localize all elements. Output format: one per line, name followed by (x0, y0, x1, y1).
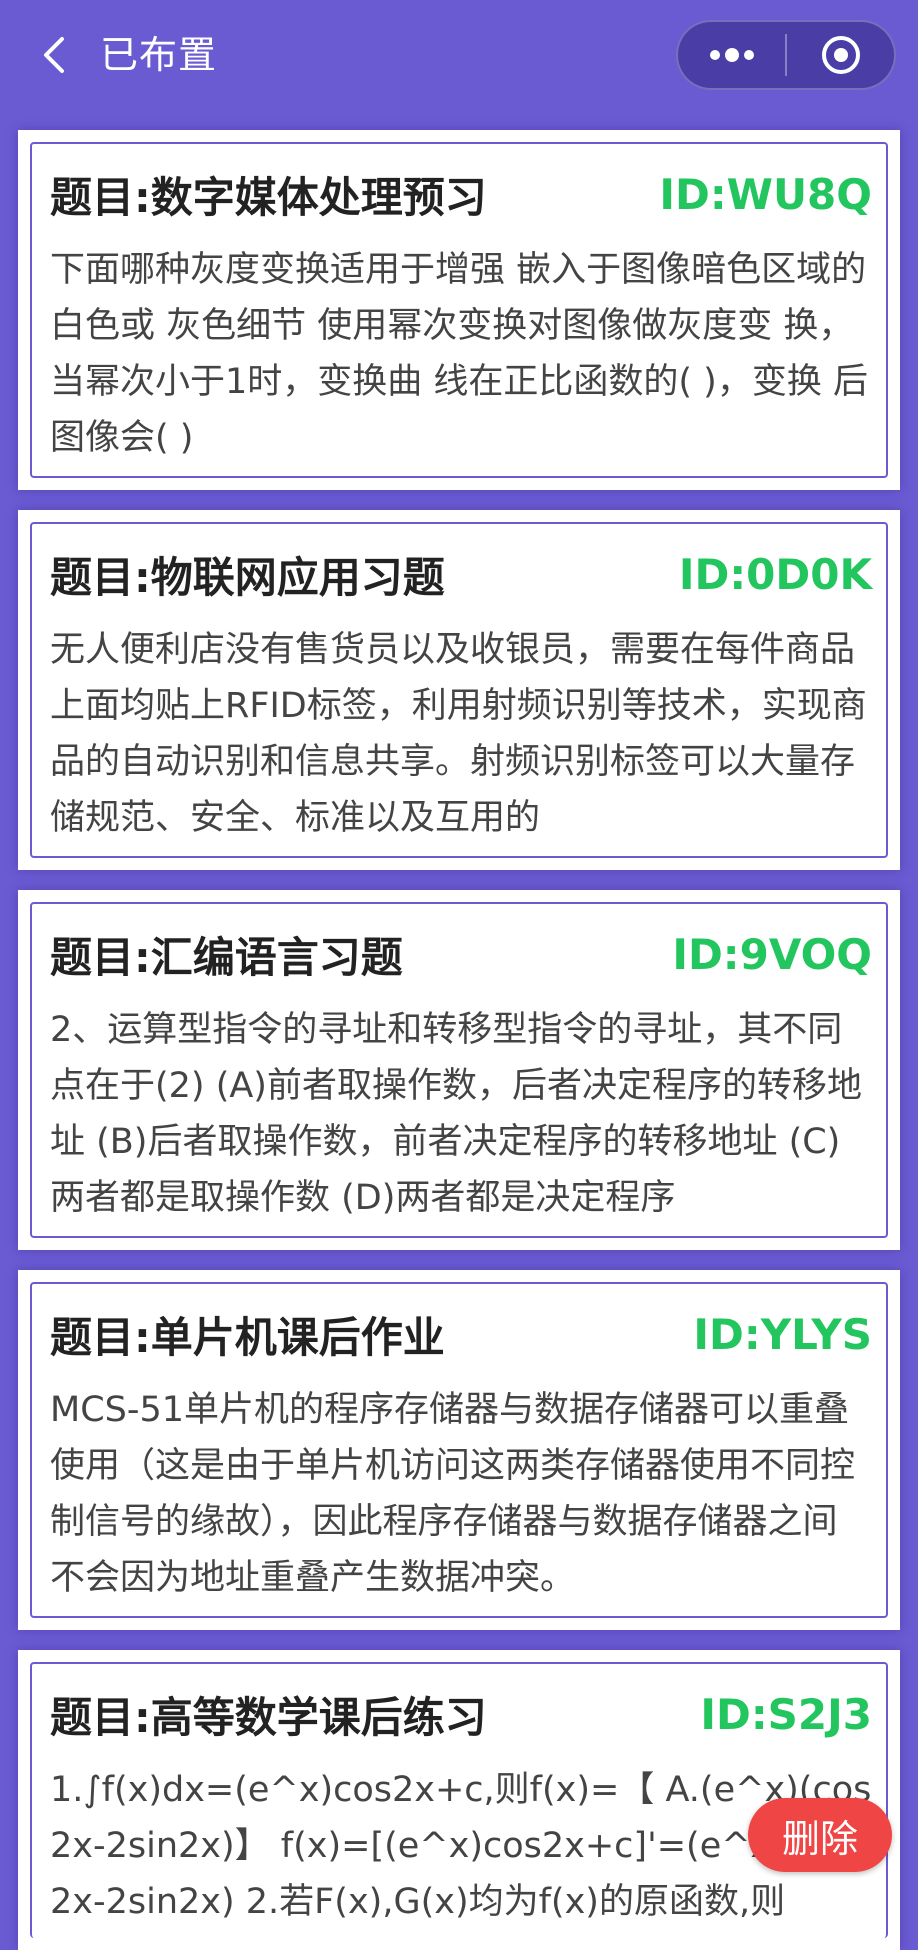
mini-program-capsule (676, 20, 896, 90)
top-bar: 已布置 (0, 0, 918, 110)
question-card[interactable]: 题目:数字媒体处理预习 ID:WU8Q 下面哪种灰度变换适用于增强 嵌入于图像暗… (18, 130, 900, 490)
close-button[interactable] (787, 22, 894, 88)
card-header: 题目:物联网应用习题 ID:0D0K (50, 542, 872, 606)
question-id: ID:S2J3 (700, 1689, 872, 1739)
question-text: MCS-51单片机的程序存储器与数据存储器可以重叠使用（这是由于单片机访问这两类… (50, 1390, 856, 1598)
question-card[interactable]: 题目:单片机课后作业 ID:YLYS MCS-51单片机的程序存储器与数据存储器… (18, 1270, 900, 1630)
question-id: ID:0D0K (678, 549, 872, 599)
question-title: 题目:高等数学课后练习 (50, 1692, 487, 1742)
question-text: 2、运算型指令的寻址和转移型指令的寻址，其不同点在于(2) (A)前者取操作数，… (50, 1010, 862, 1218)
question-title: 题目:汇编语言习题 (50, 932, 403, 982)
question-title: 题目:数字媒体处理预习 (50, 172, 487, 222)
card-header: 题目:数字媒体处理预习 ID:WU8Q (50, 162, 872, 226)
chevron-left-icon (44, 37, 64, 73)
card-frame: 题目:物联网应用习题 ID:0D0K 无人便利店没有售货员以及收银员，需要在每件… (30, 522, 888, 858)
card-header: 题目:高等数学课后练习 ID:S2J3 (50, 1682, 872, 1746)
question-card[interactable]: 题目:物联网应用习题 ID:0D0K 无人便利店没有售货员以及收银员，需要在每件… (18, 510, 900, 870)
delete-button[interactable]: 删除 (748, 1798, 892, 1872)
back-button[interactable] (34, 30, 74, 80)
question-title: 题目:物联网应用习题 (50, 552, 445, 602)
question-title: 题目:单片机课后作业 (50, 1312, 445, 1362)
card-frame: 题目:高等数学课后练习 ID:S2J3 1.∫f(x)dx=(e^x)cos2x… (30, 1662, 888, 1938)
page-title: 已布置 (100, 33, 218, 77)
card-header: 题目:汇编语言习题 ID:9VOQ (50, 922, 872, 986)
card-frame: 题目:单片机课后作业 ID:YLYS MCS-51单片机的程序存储器与数据存储器… (30, 1282, 888, 1618)
question-text: 下面哪种灰度变换适用于增强 嵌入于图像暗色区域的白色或 灰色细节 使用幂次变换对… (50, 250, 868, 458)
more-button[interactable] (678, 22, 785, 88)
question-id: ID:YLYS (693, 1309, 872, 1359)
question-id: ID:9VOQ (672, 929, 872, 979)
question-text: 无人便利店没有售货员以及收银员，需要在每件商品上面均贴上RFID标签，利用射频识… (50, 630, 867, 838)
target-circle-icon (821, 36, 860, 74)
card-frame: 题目:汇编语言习题 ID:9VOQ 2、运算型指令的寻址和转移型指令的寻址，其不… (30, 902, 888, 1238)
question-card[interactable]: 题目:高等数学课后练习 ID:S2J3 1.∫f(x)dx=(e^x)cos2x… (18, 1650, 900, 1950)
card-frame: 题目:数字媒体处理预习 ID:WU8Q 下面哪种灰度变换适用于增强 嵌入于图像暗… (30, 142, 888, 478)
question-text: 1.∫f(x)dx=(e^x)cos2x+c,则f(x)=【 A.(e^x)(c… (50, 1770, 872, 1922)
question-card[interactable]: 题目:汇编语言习题 ID:9VOQ 2、运算型指令的寻址和转移型指令的寻址，其不… (18, 890, 900, 1250)
card-header: 题目:单片机课后作业 ID:YLYS (50, 1302, 872, 1366)
question-id: ID:WU8Q (659, 169, 872, 219)
more-dots-icon (709, 48, 754, 62)
